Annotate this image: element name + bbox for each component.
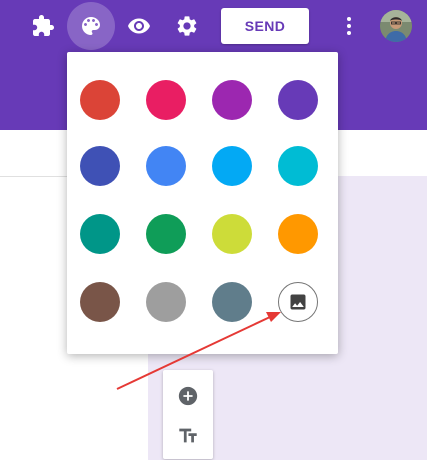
color-swatch[interactable] [80,282,120,322]
color-swatch[interactable] [146,80,186,120]
more-vert-icon [347,17,351,35]
puzzle-icon [33,15,54,36]
color-swatch[interactable] [212,80,252,120]
gear-icon [177,16,197,36]
avatar[interactable] [380,10,412,42]
more-options-button[interactable] [329,6,369,46]
palette-icon [82,17,100,35]
color-swatch[interactable] [212,214,252,254]
question-side-toolbar [163,370,213,459]
color-swatch[interactable] [212,146,252,186]
settings-button[interactable] [167,6,207,46]
image-icon [290,294,306,310]
color-swatch[interactable] [80,214,120,254]
addons-button[interactable] [23,6,63,46]
color-swatch[interactable] [278,80,318,120]
add-title-button[interactable] [176,424,200,448]
send-button[interactable]: SEND [221,8,309,44]
choose-image-button[interactable] [278,282,318,322]
eye-icon [128,18,150,34]
color-swatch[interactable] [278,146,318,186]
theme-color-picker [67,52,338,354]
text-title-icon [179,428,197,443]
customize-theme-button[interactable] [67,2,115,50]
add-question-button[interactable] [176,384,200,408]
color-swatch[interactable] [278,214,318,254]
avatar-photo [380,10,412,42]
color-swatch[interactable] [146,146,186,186]
color-swatch[interactable] [146,282,186,322]
preview-button[interactable] [119,6,159,46]
color-swatch[interactable] [146,214,186,254]
color-swatch[interactable] [80,146,120,186]
add-circle-icon [178,386,198,406]
color-swatch[interactable] [80,80,120,120]
color-swatch[interactable] [212,282,252,322]
